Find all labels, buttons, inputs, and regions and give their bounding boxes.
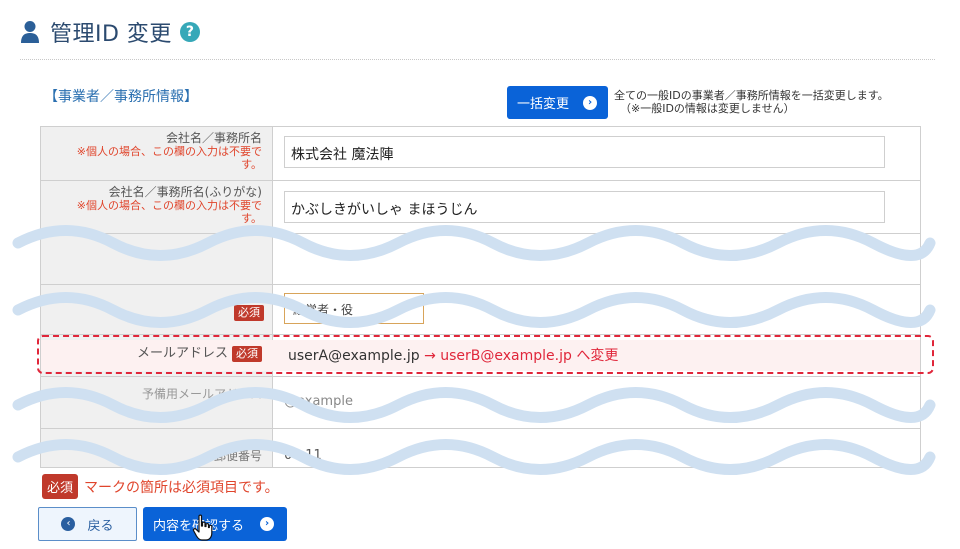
bulk-change-button[interactable]: 一括変更 ›	[507, 86, 608, 119]
bulk-note: 全ての一般IDの事業者／事務所情報を一括変更します。 （※一般IDの情報は変更し…	[614, 89, 889, 115]
company-kana-input[interactable]: かぶしきがいしゃ まほうじん	[284, 191, 885, 223]
sub-email-label: 予備用メールアドレス	[141, 387, 262, 401]
page-title: 管理ID 変更	[50, 22, 172, 47]
position-select[interactable]: 経営者・役	[284, 293, 424, 324]
company-kana-label-cell: 会社名／事務所名(ふりがな) ※個人の場合、この欄の入力は不要で す。	[40, 185, 262, 226]
divider	[20, 59, 935, 60]
row-divider	[40, 284, 921, 285]
bulk-note-line2: （※一般IDの情報は変更しません）	[620, 102, 795, 115]
back-label: 戻る	[87, 518, 114, 534]
row-divider	[40, 233, 921, 234]
company-note-cont: す。	[241, 158, 262, 171]
required-note: マークの箇所は必須項目です。	[84, 479, 279, 496]
company-note: ※個人の場合、この欄の入力は不要で	[76, 145, 262, 158]
back-button[interactable]: ‹ 戻る	[38, 507, 137, 541]
form-table	[40, 126, 921, 468]
company-label: 会社名／事務所名	[165, 131, 262, 145]
required-footnote: 必須 マークの箇所は必須項目です。	[42, 474, 279, 499]
section-label: 【事業者／事務所情報】	[44, 89, 198, 105]
page-header: 管理ID 変更 ?	[20, 14, 200, 50]
confirm-button[interactable]: 内容を確認する ›	[143, 507, 287, 541]
row-divider	[40, 376, 921, 377]
company-input[interactable]: 株式会社 魔法陣	[284, 136, 885, 168]
postal-value[interactable]: 06-11	[284, 448, 322, 463]
required-badge: 必須	[42, 474, 79, 499]
column-divider	[272, 126, 273, 468]
row-divider	[40, 428, 921, 429]
sub-email-value[interactable]: @example	[284, 394, 353, 409]
chevron-right-icon: ›	[260, 517, 275, 531]
user-icon	[21, 21, 39, 43]
company-kana-label: 会社名／事務所名(ふりがな)	[108, 185, 262, 199]
postal-label: 郵便番号	[213, 449, 262, 463]
help-icon[interactable]: ?	[179, 22, 200, 42]
company-kana-note-cont: す。	[241, 212, 262, 225]
chevron-right-icon: ›	[583, 95, 598, 110]
email-highlight	[37, 335, 934, 374]
row-divider	[40, 180, 921, 181]
hand-cursor-icon	[192, 514, 213, 541]
chevron-left-icon: ‹	[61, 517, 76, 531]
bulk-change-label: 一括変更	[517, 97, 570, 112]
company-kana-note: ※個人の場合、この欄の入力は不要で	[76, 199, 262, 212]
company-label-cell: 会社名／事務所名 ※個人の場合、この欄の入力は不要で す。	[40, 131, 262, 172]
position-required-badge: 必須	[230, 301, 264, 321]
bulk-note-line1: 全ての一般IDの事業者／事務所情報を一括変更します。	[614, 89, 889, 102]
